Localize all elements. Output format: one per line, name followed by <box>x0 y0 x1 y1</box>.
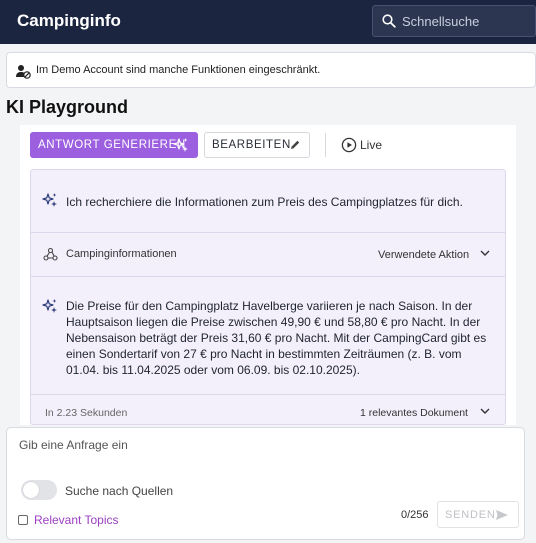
response-card: Ich recherchiere die Informationen zum P… <box>30 169 506 425</box>
send-icon <box>496 510 508 520</box>
used-action-row[interactable]: Campinginformationen Verwendete Aktion <box>31 233 505 277</box>
edit-button[interactable]: BEARBEITEN <box>204 132 310 158</box>
response-answer-text: Die Preise für den Campingplatz Havelber… <box>66 299 487 377</box>
chevron-down-icon[interactable] <box>480 408 490 415</box>
response-intro: Ich recherchiere die Informationen zum P… <box>31 170 505 233</box>
pencil-icon <box>291 140 300 149</box>
send-button[interactable]: SENDEN <box>437 501 519 528</box>
chevron-down-icon <box>480 250 490 256</box>
play-circle-icon <box>341 137 357 153</box>
toggle-knob <box>23 482 39 498</box>
user-restricted-icon <box>16 65 31 79</box>
response-answer: Die Preise für den Campingplatz Havelber… <box>31 277 505 395</box>
demo-notice: Im Demo Account sind manche Funktionen e… <box>6 52 536 88</box>
character-counter: 0/256 <box>401 509 429 521</box>
source-search-label: Suche nach Quellen <box>65 484 174 498</box>
top-bar: Campinginfo Schnellsuche <box>0 0 536 44</box>
search-input[interactable]: Schnellsuche <box>372 5 536 37</box>
sparkle-icon <box>42 193 57 207</box>
page-title: KI Playground <box>6 97 129 117</box>
used-action-label: Verwendete Aktion <box>378 249 470 261</box>
response-intro-text: Ich recherchiere die Informationen zum P… <box>66 195 463 209</box>
query-input[interactable]: Gib eine Anfrage ein <box>19 438 128 452</box>
query-composer[interactable]: Gib eine Anfrage ein Suche nach Quellen … <box>6 427 525 540</box>
webhook-icon <box>43 247 58 261</box>
sparkle-icon <box>173 138 188 152</box>
action-title: Campinginformationen <box>66 248 177 260</box>
generate-answer-label: ANTWORT GENERIEREN <box>38 139 186 151</box>
generate-answer-button[interactable]: ANTWORT GENERIEREN <box>30 132 198 158</box>
search-icon <box>382 14 396 28</box>
edit-label: BEARBEITEN <box>212 139 291 151</box>
relevant-topics-checkbox[interactable] <box>18 515 28 525</box>
demo-notice-text: Im Demo Account sind manche Funktionen e… <box>36 64 321 76</box>
response-duration: In 2.23 Sekunden <box>45 407 128 419</box>
toolbar-divider <box>325 133 326 157</box>
sparkle-icon <box>42 299 57 313</box>
response-footer: In 2.23 Sekunden 1 relevantes Dokument <box>31 395 505 424</box>
relevant-documents-toggle[interactable]: 1 relevantes Dokument <box>360 407 468 419</box>
send-label: SENDEN <box>445 509 496 521</box>
live-label: Live <box>360 138 383 152</box>
relevant-topics-link[interactable]: Relevant Topics <box>34 513 119 527</box>
app-title[interactable]: Campinginfo <box>17 11 121 31</box>
search-placeholder: Schnellsuche <box>402 14 480 29</box>
source-search-toggle[interactable] <box>21 480 57 500</box>
